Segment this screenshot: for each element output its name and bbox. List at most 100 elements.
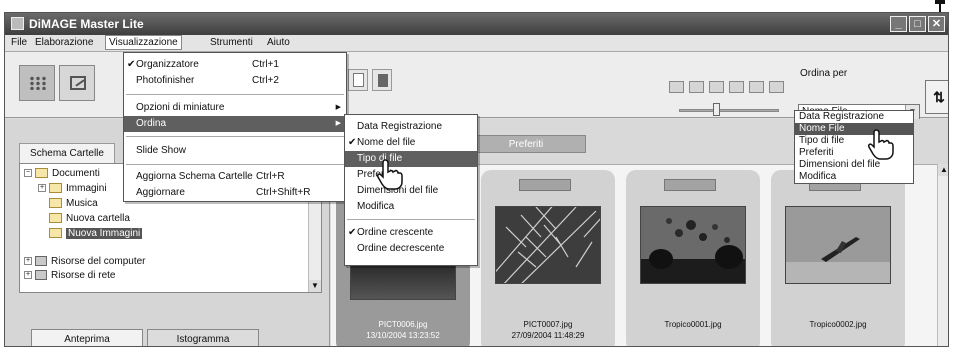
tree-item[interactable]: + Immagini <box>38 183 107 194</box>
submenu-item-nome-file[interactable]: ✔ Nome del file <box>345 135 477 151</box>
thumbnail-card[interactable]: Tropico0001.jpg <box>626 170 760 346</box>
menu-item-photofinisher[interactable]: Photofinisher Ctrl+2 <box>124 73 346 89</box>
menu-item-slide-show[interactable]: Slide Show <box>124 143 346 159</box>
edit-icon <box>70 76 86 90</box>
sort-direction-button[interactable]: ⇅ <box>925 80 948 114</box>
maximize-button[interactable]: □ <box>909 16 926 32</box>
thumbnail-filename: Tropico0001.jpg <box>664 320 722 329</box>
submenu-arrow-icon: ▶ <box>335 120 341 127</box>
hand-cursor-icon <box>868 129 894 160</box>
tree-item[interactable]: + Risorse del computer <box>24 256 145 267</box>
copy-icon <box>353 73 364 87</box>
check-icon: ✔ <box>127 59 136 70</box>
menu-separator <box>347 219 475 220</box>
expand-icon[interactable]: + <box>24 271 32 280</box>
thumb-size-2-icon[interactable] <box>689 81 704 93</box>
thumbnail-size-slider[interactable] <box>679 109 779 112</box>
menu-elaborazione[interactable]: Elaborazione <box>35 37 93 48</box>
submenu-item-data-registrazione[interactable]: Data Registrazione <box>345 119 477 135</box>
menu-strumenti[interactable]: Strumenti <box>210 37 253 48</box>
tab-istogramma[interactable]: Istogramma <box>147 329 259 346</box>
menu-separator <box>126 164 344 165</box>
tree-item[interactable]: Musica <box>49 198 98 209</box>
favorite-tag[interactable] <box>519 179 571 191</box>
copy-button[interactable] <box>348 69 368 91</box>
menu-item-shortcut: Ctrl+Shift+R <box>256 187 311 198</box>
submenu-item-ordine-decrescente[interactable]: Ordine decrescente <box>345 241 477 257</box>
tree-item[interactable]: − Documenti <box>24 168 100 179</box>
folder-icon <box>49 183 62 194</box>
photo-thumbnail[interactable] <box>350 265 456 300</box>
thumbnail-scrollbar[interactable]: ▲ <box>937 164 948 346</box>
expand-icon[interactable]: + <box>24 257 32 266</box>
submenu-arrow-icon: ▶ <box>335 104 341 111</box>
menu-item-label: Aggiornare <box>136 187 185 198</box>
check-icon: ✔ <box>348 227 357 238</box>
menu-item-shortcut: Ctrl+1 <box>252 59 279 70</box>
sort-by-label: Ordina per <box>800 68 848 79</box>
sort-option-selected[interactable]: Nome File <box>795 123 913 135</box>
menu-item-label: Modifica <box>357 201 395 212</box>
sort-option[interactable]: Tipo di file <box>795 135 913 147</box>
thumbnail-card[interactable]: Tropico0002.jpg <box>771 170 905 346</box>
tree-item[interactable]: + Risorse di rete <box>24 270 115 281</box>
favorite-tag[interactable] <box>664 179 716 191</box>
submenu-item-preferiti[interactable]: Preferiti <box>345 167 477 183</box>
delete-button[interactable] <box>372 69 392 91</box>
tree-item[interactable]: Nuova cartella <box>49 213 130 224</box>
menu-visualizzazione[interactable]: Visualizzazione <box>105 35 182 50</box>
menu-separator <box>126 94 344 95</box>
scroll-down-icon[interactable]: ▼ <box>309 280 321 292</box>
thumbnail-filename: PICT0007.jpg <box>523 320 573 329</box>
menu-item-ordina[interactable]: Ordina ▶ <box>124 116 346 132</box>
tree-item-selected[interactable]: Nuova Immagini <box>49 228 143 239</box>
photo-thumbnail[interactable] <box>495 206 601 284</box>
menu-item-label: Photofinisher <box>136 75 195 86</box>
tree-item-label: Documenti <box>52 168 100 179</box>
ordina-submenu: Data Registrazione ✔ Nome del file Tipo … <box>344 114 478 266</box>
submenu-item-ordine-crescente[interactable]: ✔ Ordine crescente <box>345 225 477 241</box>
thumbnail-card[interactable]: PICT0007.jpg 27/09/2004 11:48:29 <box>481 170 615 346</box>
tab-anteprima[interactable]: Anteprima <box>31 329 143 346</box>
close-button[interactable]: ✕ <box>928 16 945 32</box>
submenu-item-tipo-file[interactable]: Tipo di file <box>345 151 477 167</box>
sort-option[interactable]: Dimensioni del file <box>795 159 913 171</box>
photo-thumbnail[interactable] <box>640 206 746 284</box>
sort-order-icon: ⇅ <box>933 89 945 105</box>
submenu-item-modifica[interactable]: Modifica <box>345 199 477 215</box>
thumb-size-4-icon[interactable] <box>729 81 744 93</box>
scroll-up-icon[interactable]: ▲ <box>938 164 948 176</box>
folder-icon <box>49 228 62 239</box>
menu-item-label: Slide Show <box>136 145 187 156</box>
tree-item-label: Risorse del computer <box>51 256 146 267</box>
thumb-size-6-icon[interactable] <box>769 81 784 93</box>
photo-thumbnail[interactable] <box>785 206 891 284</box>
sort-by-options: Data Registrazione Nome File Tipo di fil… <box>794 110 914 184</box>
thumb-size-1-icon[interactable] <box>669 81 684 93</box>
expand-icon[interactable]: + <box>38 184 46 193</box>
folder-icon <box>49 198 62 209</box>
sort-option[interactable]: Data Registrazione <box>795 111 913 123</box>
tab-preferiti[interactable]: Preferiti <box>466 135 586 153</box>
slider-handle[interactable] <box>713 103 720 116</box>
submenu-item-dimensioni[interactable]: Dimensioni del file <box>345 183 477 199</box>
menu-aiuto[interactable]: Aiuto <box>267 37 290 48</box>
collapse-icon[interactable]: − <box>24 169 32 178</box>
minimize-button[interactable]: _ <box>890 16 907 32</box>
thumb-size-3-icon[interactable] <box>709 81 724 93</box>
network-icon <box>35 270 47 281</box>
sort-option[interactable]: Modifica <box>795 171 913 183</box>
organizer-mode-button[interactable] <box>19 65 55 101</box>
menu-file[interactable]: File <box>11 37 27 48</box>
menu-item-aggiorna-schema[interactable]: Aggiorna Schema Cartelle Ctrl+R <box>124 169 346 185</box>
menu-item-label: Opzioni di miniature <box>136 102 225 113</box>
thumbnail-filename: Tropico0002.jpg <box>809 320 867 329</box>
menu-item-organizzatore[interactable]: ✔ Organizzatore Ctrl+1 <box>124 57 346 73</box>
menu-item-aggiornare[interactable]: Aggiornare Ctrl+Shift+R <box>124 185 346 201</box>
menu-item-opzioni-miniature[interactable]: Opzioni di miniature ▶ <box>124 100 346 116</box>
photofinisher-mode-button[interactable] <box>59 65 95 101</box>
folder-tree-tab[interactable]: Schema Cartelle <box>19 143 115 163</box>
menu-item-label: Organizzatore <box>136 59 199 70</box>
sort-option[interactable]: Preferiti <box>795 147 913 159</box>
thumb-size-5-icon[interactable] <box>749 81 764 93</box>
